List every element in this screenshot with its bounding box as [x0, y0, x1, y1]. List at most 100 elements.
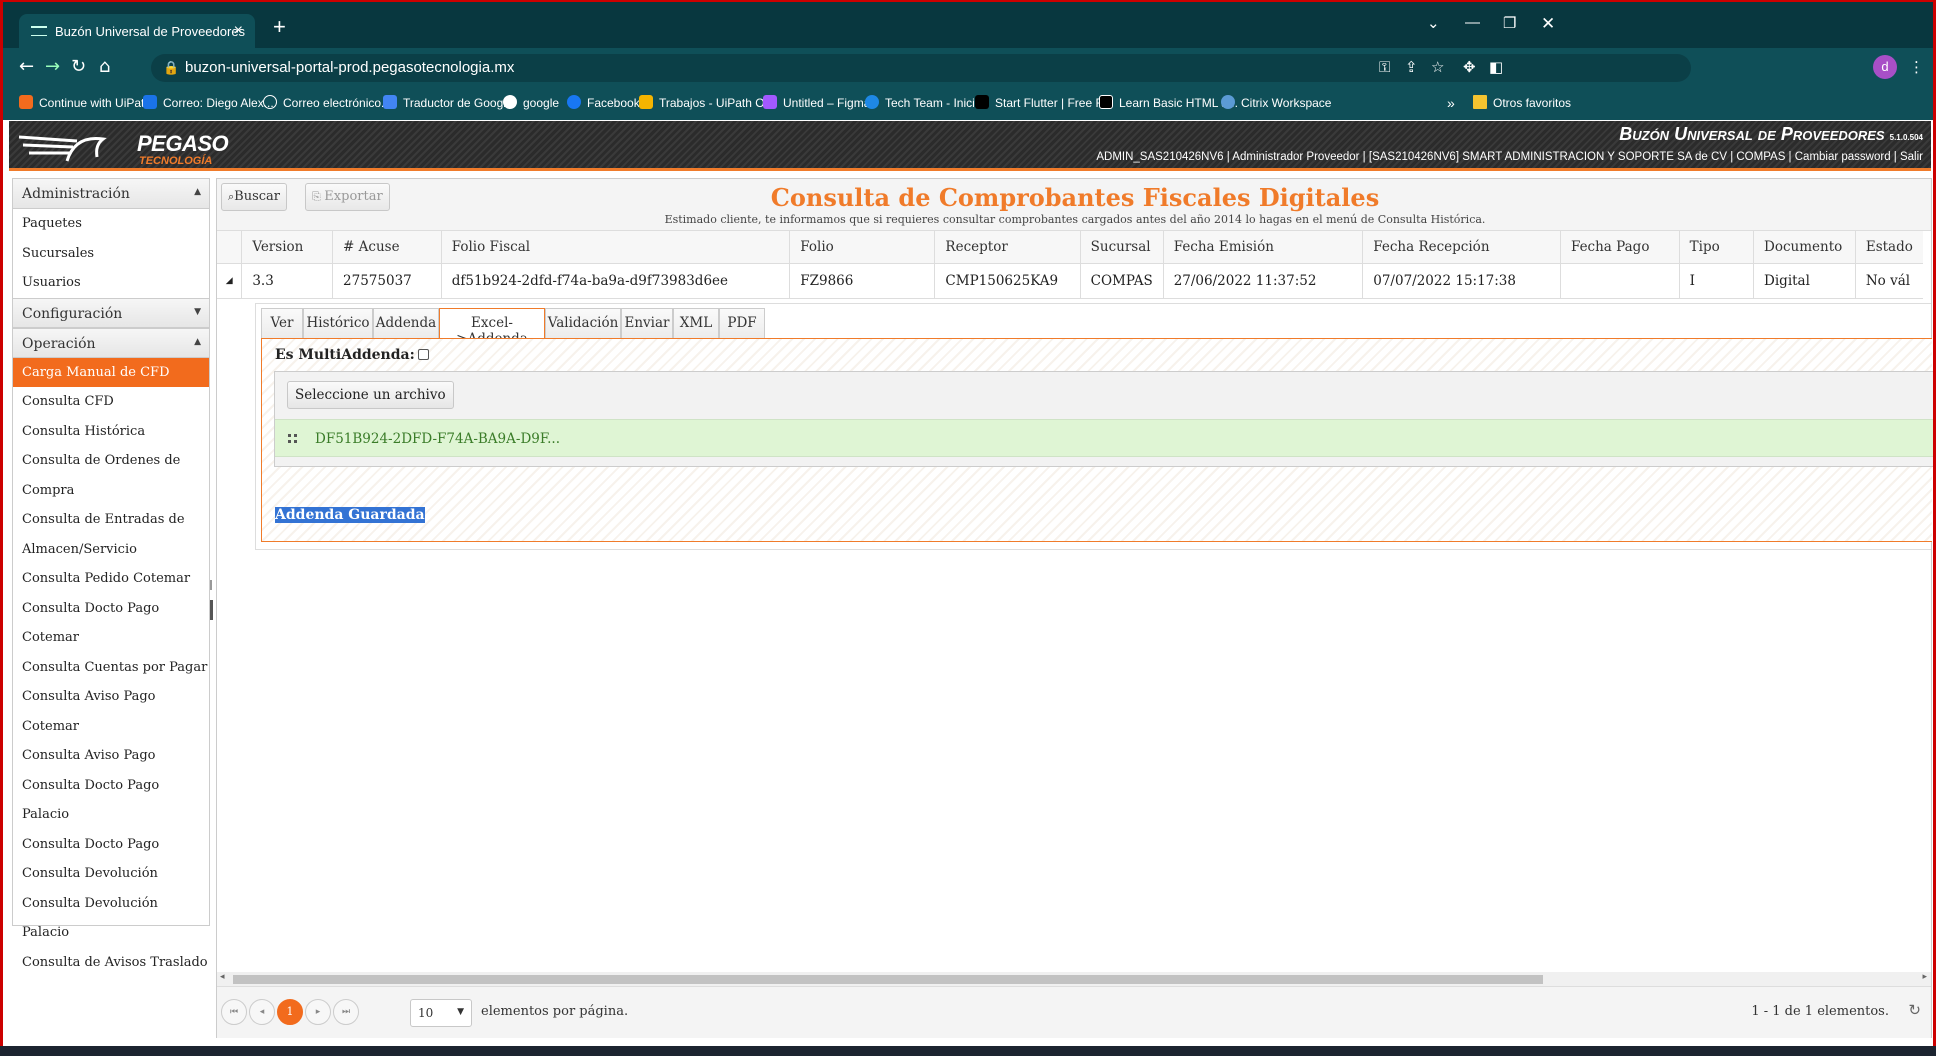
- bookmark-item[interactable]: Continue with UiPath: [19, 95, 151, 110]
- table-header[interactable]: Folio: [789, 231, 936, 264]
- minimize-icon[interactable]: —: [1465, 14, 1480, 31]
- bookmark-item[interactable]: Start Flutter | Free F...: [975, 95, 1111, 110]
- more-bookmarks-icon[interactable]: »: [1447, 95, 1455, 111]
- new-tab-icon[interactable]: +: [273, 14, 286, 40]
- browser-tab[interactable]: Buzón Universal de Proveedores ×: [19, 14, 255, 48]
- bookmark-item[interactable]: Facebook: [567, 95, 640, 110]
- bookmark-item[interactable]: Tech Team - Inicio: [865, 95, 982, 110]
- sidebar-item[interactable]: Consulta Docto Pago: [13, 830, 209, 860]
- table-header[interactable]: Fecha Emisión: [1163, 231, 1364, 264]
- user-bar[interactable]: ADMIN_SAS210426NV6 | Administrador Prove…: [1096, 151, 1923, 163]
- refresh-icon[interactable]: ↻: [1908, 1001, 1921, 1019]
- horizontal-scrollbar[interactable]: ◂ ▸: [217, 972, 1931, 986]
- last-page-icon[interactable]: ⏭: [333, 999, 359, 1025]
- sidebar-item[interactable]: Consulta Pedido Cotemar: [13, 564, 209, 594]
- bookmark-item[interactable]: Learn Basic HTML a...: [1099, 95, 1238, 110]
- sidebar-item[interactable]: Consulta Docto Pago Palacio: [13, 771, 209, 830]
- bookmark-item[interactable]: Traductor de Google: [383, 95, 513, 110]
- sidebar-item-paquetes[interactable]: Paquetes: [13, 209, 209, 239]
- tab-addenda[interactable]: Addenda: [373, 308, 439, 338]
- scrollbar-thumb[interactable]: [233, 975, 1543, 984]
- sidebar-item[interactable]: Almacen/Servicio: [13, 535, 209, 565]
- tab-historico[interactable]: Histórico: [303, 308, 373, 338]
- status-message: Addenda Guardada: [275, 507, 425, 523]
- home-icon[interactable]: ⌂: [99, 56, 110, 77]
- next-page-icon[interactable]: ▸: [305, 999, 331, 1025]
- scroll-right-icon[interactable]: ▸: [1922, 972, 1927, 982]
- sidebar-item[interactable]: Consulta CFD: [13, 387, 209, 417]
- table-header[interactable]: Fecha Recepción: [1362, 231, 1561, 264]
- tab-search-icon[interactable]: ⌄: [1427, 14, 1440, 32]
- row-expand-icon[interactable]: ◢: [217, 263, 243, 299]
- first-page-icon[interactable]: ⏮: [221, 999, 247, 1025]
- forward-icon[interactable]: →: [45, 56, 60, 77]
- tab-pdf[interactable]: PDF: [719, 308, 765, 338]
- sidebar-item[interactable]: Consulta Aviso Pago: [13, 682, 209, 712]
- sidebar-item[interactable]: Cotemar: [13, 623, 209, 653]
- table-header[interactable]: Version: [241, 231, 334, 264]
- address-bar[interactable]: 🔒 buzon-universal-portal-prod.pegasotecn…: [151, 54, 1691, 82]
- sidepanel-icon[interactable]: ◧: [1489, 58, 1503, 76]
- profile-avatar[interactable]: d: [1873, 55, 1897, 79]
- sidebar-item[interactable]: Compra: [13, 476, 209, 506]
- extensions-icon[interactable]: ✥: [1463, 58, 1476, 76]
- sidebar-item[interactable]: Consulta Aviso Pago: [13, 741, 209, 771]
- sidebar-item[interactable]: Consulta Devolución Palacio: [13, 889, 209, 948]
- scroll-left-icon[interactable]: ◂: [220, 972, 225, 982]
- sidebar-section-operacion[interactable]: Operación ▲: [13, 327, 209, 358]
- tab-excel-addenda[interactable]: Excel->Addenda: [439, 308, 545, 347]
- tab-ver[interactable]: Ver: [261, 308, 303, 338]
- sharepoint-icon: [865, 95, 879, 109]
- pegaso-logo[interactable]: PEGASO TECNOLOGÍA: [17, 127, 247, 169]
- table-header[interactable]: # Acuse: [332, 231, 442, 264]
- bookmark-item[interactable]: Correo: Diego Alex...: [143, 95, 274, 110]
- sidebar-item-carga-manual[interactable]: Carga Manual de CFD: [13, 357, 209, 387]
- prev-page-icon[interactable]: ◂: [249, 999, 275, 1025]
- sidebar-item[interactable]: Consulta Docto Pago: [13, 594, 209, 624]
- tab-xml[interactable]: XML: [673, 308, 719, 338]
- sidebar-item-usuarios[interactable]: Usuarios: [13, 268, 209, 298]
- page-size-select[interactable]: 10 ▼: [410, 999, 472, 1027]
- file-upload: Seleccione un archivo DF51B924-2DFD-F74A…: [274, 371, 1933, 467]
- key-icon[interactable]: ⚿: [1379, 58, 1390, 76]
- table-cell: [1560, 263, 1680, 299]
- close-tab-icon[interactable]: ×: [234, 22, 243, 40]
- sidebar-item[interactable]: Consulta Devolución: [13, 859, 209, 889]
- star-icon[interactable]: ☆: [1431, 58, 1444, 76]
- bookmark-item[interactable]: Citrix Workspace: [1221, 95, 1331, 110]
- sidebar-section-administracion[interactable]: Administración ▲: [13, 179, 209, 209]
- back-icon[interactable]: ←: [19, 56, 34, 77]
- close-window-icon[interactable]: ✕: [1541, 14, 1555, 34]
- restore-icon[interactable]: ❐: [1503, 14, 1516, 32]
- sidebar-item[interactable]: Consulta Cuentas por Pagar: [13, 653, 209, 683]
- sidebar-splitter[interactable]: [210, 580, 214, 620]
- share-icon[interactable]: ⇪: [1405, 58, 1418, 76]
- sidebar-item[interactable]: Consulta Histórica: [13, 417, 209, 447]
- multiaddenda-checkbox[interactable]: [417, 349, 429, 360]
- bookmark-item[interactable]: Correo electrónico...: [263, 95, 391, 110]
- table-header[interactable]: Folio Fiscal: [441, 231, 791, 264]
- table-header[interactable]: Estado: [1855, 231, 1923, 264]
- sidebar-item[interactable]: Cotemar: [13, 712, 209, 742]
- menu-kebab-icon[interactable]: ⋮: [1909, 58, 1924, 76]
- table-header[interactable]: Tipo: [1679, 231, 1755, 264]
- bookmark-item[interactable]: google: [503, 95, 559, 110]
- sidebar-item[interactable]: Consulta de Ordenes de: [13, 446, 209, 476]
- other-favorites-folder[interactable]: Otros favoritos: [1473, 95, 1571, 110]
- table-header[interactable]: Fecha Pago: [1560, 231, 1680, 264]
- table-header[interactable]: Sucursal: [1080, 231, 1164, 264]
- sidebar-item-sucursales[interactable]: Sucursales: [13, 239, 209, 269]
- select-file-button[interactable]: Seleccione un archivo: [287, 381, 454, 409]
- sidebar-item[interactable]: Consulta de Entradas de: [13, 505, 209, 535]
- table-header[interactable]: Receptor: [934, 231, 1081, 264]
- sidebar-section-configuracion[interactable]: Configuración ▼: [13, 297, 209, 328]
- tab-validacion[interactable]: Validación: [545, 308, 621, 338]
- table-row[interactable]: ◢ 3.3 27575037 df51b924-2dfd-f74a-ba9a-d…: [217, 263, 1923, 299]
- tab-enviar[interactable]: Enviar: [621, 308, 673, 338]
- sidebar-item[interactable]: Consulta de Avisos Traslado: [13, 948, 209, 978]
- table-header[interactable]: Documento: [1753, 231, 1856, 264]
- bookmark-item[interactable]: Trabajos - UiPath O...: [639, 95, 775, 110]
- reload-icon[interactable]: ↻: [71, 56, 86, 77]
- current-page-button[interactable]: 1: [277, 999, 303, 1025]
- bookmark-item[interactable]: Untitled – Figma: [763, 95, 870, 110]
